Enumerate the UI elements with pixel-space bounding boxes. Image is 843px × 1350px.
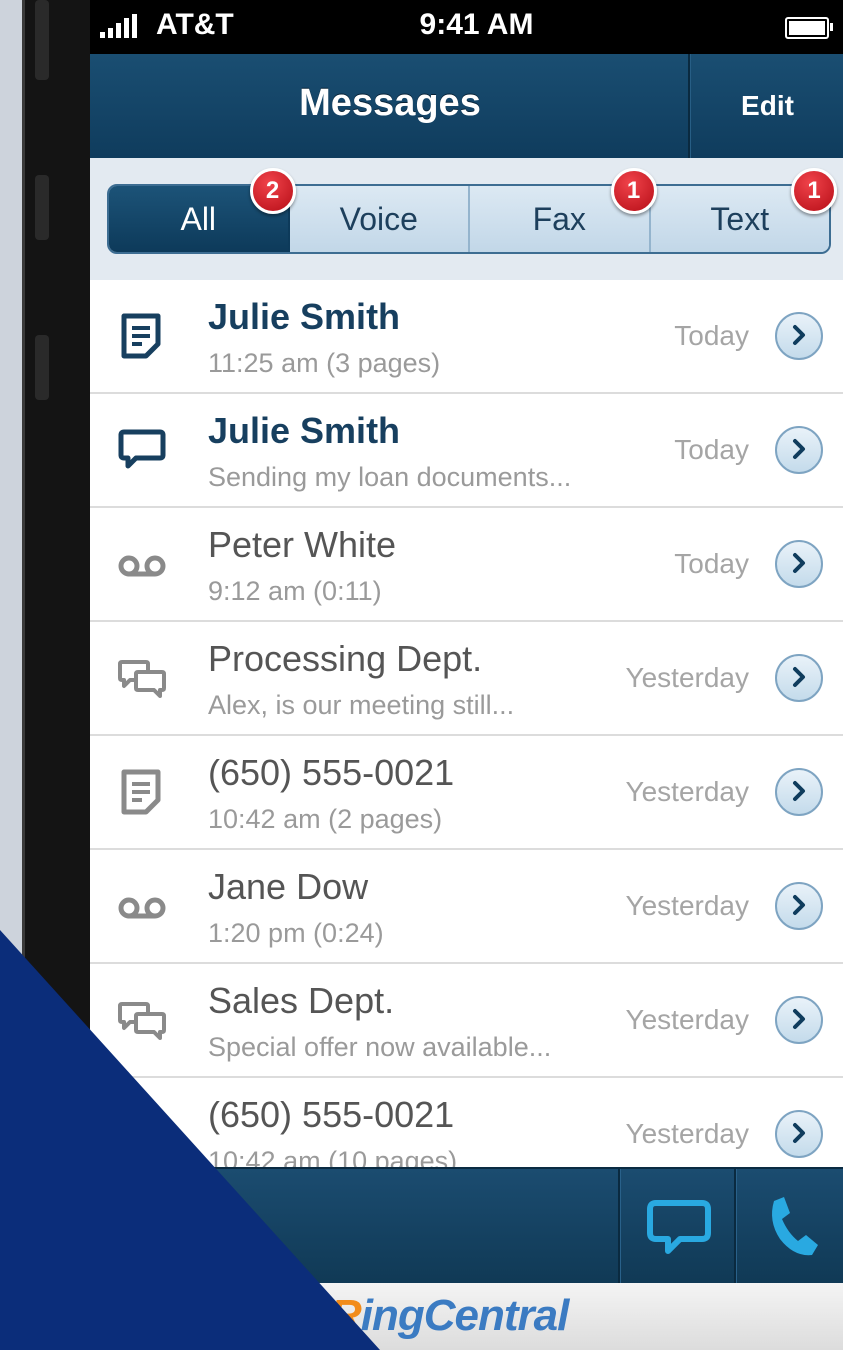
voicemail-icon	[118, 555, 166, 577]
disclosure-button[interactable]	[775, 426, 823, 474]
tab-text[interactable]: Text 1	[650, 168, 837, 252]
phone-screen: AT&T 9:41 AM Messages Edit All 2 Voice F…	[90, 0, 843, 1350]
unread-badge: 1	[610, 168, 657, 214]
message-date: Yesterday	[625, 1118, 750, 1149]
message-row[interactable]: Processing Dept. Alex, is our meeting st…	[90, 622, 843, 736]
disclosure-button[interactable]	[775, 768, 823, 816]
tab-label: All	[180, 201, 217, 237]
message-date: Today	[674, 548, 749, 579]
conversation-icon	[118, 1002, 166, 1040]
fax-icon	[121, 769, 161, 815]
sender-name: Peter White	[208, 524, 397, 565]
message-preview: 11:25 am (3 pages)	[208, 348, 441, 378]
edit-button[interactable]: Edit	[692, 54, 843, 158]
chevron-right-icon	[793, 667, 805, 687]
phone-icon	[772, 1197, 818, 1256]
fax-icon	[121, 1111, 161, 1157]
chevron-right-icon	[793, 553, 805, 573]
tab-fax[interactable]: Fax 1	[470, 168, 657, 252]
chevron-right-icon	[793, 1009, 805, 1029]
disclosure-button[interactable]	[775, 540, 823, 588]
message-date: Yesterday	[625, 776, 750, 807]
chevron-right-icon	[793, 325, 805, 345]
chevron-right-icon	[793, 895, 805, 915]
nav-bar: Messages Edit	[90, 54, 843, 159]
tab-label: Fax	[532, 201, 586, 237]
battery-icon	[785, 17, 833, 39]
chevron-right-icon	[793, 781, 805, 801]
disclosure-button[interactable]	[775, 654, 823, 702]
filter-bar: All 2 Voice Fax 1 Text 1	[90, 158, 843, 280]
chat-bubble-icon	[647, 1200, 711, 1254]
ringcentral-logo: RingCentral	[330, 1291, 569, 1340]
message-date: Today	[674, 320, 749, 351]
text-icon	[118, 429, 166, 469]
unread-badge: 1	[791, 168, 837, 214]
message-row[interactable]: Sales Dept. Special offer now available.…	[90, 964, 843, 1078]
message-preview: 10:42 am (2 pages)	[208, 804, 443, 834]
voicemail-icon	[118, 897, 166, 919]
call-button[interactable]	[736, 1169, 843, 1285]
sender-name: Julie Smith	[208, 410, 401, 451]
message-row[interactable]: (650) 555-0021 10:42 am (2 pages) Yester…	[90, 736, 843, 850]
volume-up-button	[35, 175, 49, 240]
nav-divider	[688, 54, 690, 158]
toolbar-divider	[618, 1169, 620, 1285]
message-row[interactable]: Julie Smith Sending my loan documents...…	[90, 394, 843, 508]
chevron-right-icon	[793, 439, 805, 459]
tab-label: Text	[710, 201, 770, 237]
sender-name: Julie Smith	[208, 296, 401, 337]
message-date: Yesterday	[625, 662, 750, 693]
message-filter-segmented-control: All 2 Voice Fax 1 Text 1	[107, 168, 837, 254]
sender-name: (650) 555-0021	[208, 752, 455, 793]
sender-name: (650) 555-0021	[208, 1094, 455, 1135]
message-row[interactable]: Jane Dow 1:20 pm (0:24) Yesterday	[90, 850, 843, 964]
disclosure-button[interactable]	[775, 312, 823, 360]
message-preview: Special offer now available...	[208, 1032, 552, 1062]
message-date: Yesterday	[625, 1004, 750, 1035]
new-text-button[interactable]	[622, 1169, 734, 1285]
disclosure-button[interactable]	[775, 1110, 823, 1158]
message-row[interactable]: Julie Smith 11:25 am (3 pages) Today	[90, 280, 843, 394]
message-preview: 1:20 pm (0:24)	[208, 918, 384, 948]
message-preview: Alex, is our meeting still...	[208, 690, 515, 720]
tab-voice[interactable]: Voice	[289, 186, 470, 252]
disclosure-button[interactable]	[775, 996, 823, 1044]
status-bar: AT&T 9:41 AM	[90, 0, 843, 54]
volume-button	[35, 0, 49, 80]
status-time: 9:41 AM	[419, 8, 534, 41]
unread-badge: 2	[249, 168, 296, 214]
sender-name: Sales Dept.	[208, 980, 395, 1021]
tab-label: Voice	[339, 201, 418, 237]
bottom-toolbar	[90, 1167, 843, 1285]
fax-icon	[121, 313, 161, 359]
message-list: Julie Smith 11:25 am (3 pages) Today Jul…	[90, 280, 843, 1192]
page-title: Messages	[299, 82, 481, 124]
sender-name: Jane Dow	[208, 866, 369, 907]
chevron-right-icon	[793, 1123, 805, 1143]
tab-all[interactable]: All 2	[109, 168, 296, 252]
sender-name: Processing Dept.	[208, 638, 483, 679]
message-row[interactable]: Peter White 9:12 am (0:11) Today	[90, 508, 843, 622]
message-date: Yesterday	[625, 890, 750, 921]
message-preview: 9:12 am (0:11)	[208, 576, 382, 606]
message-date: Today	[674, 434, 749, 465]
toolbar-divider	[202, 1169, 204, 1285]
disclosure-button[interactable]	[775, 882, 823, 930]
conversation-icon	[118, 660, 166, 698]
volume-down-button	[35, 335, 49, 400]
brand-footer: RingCentral	[90, 1283, 843, 1350]
message-preview: Sending my loan documents...	[208, 462, 572, 492]
